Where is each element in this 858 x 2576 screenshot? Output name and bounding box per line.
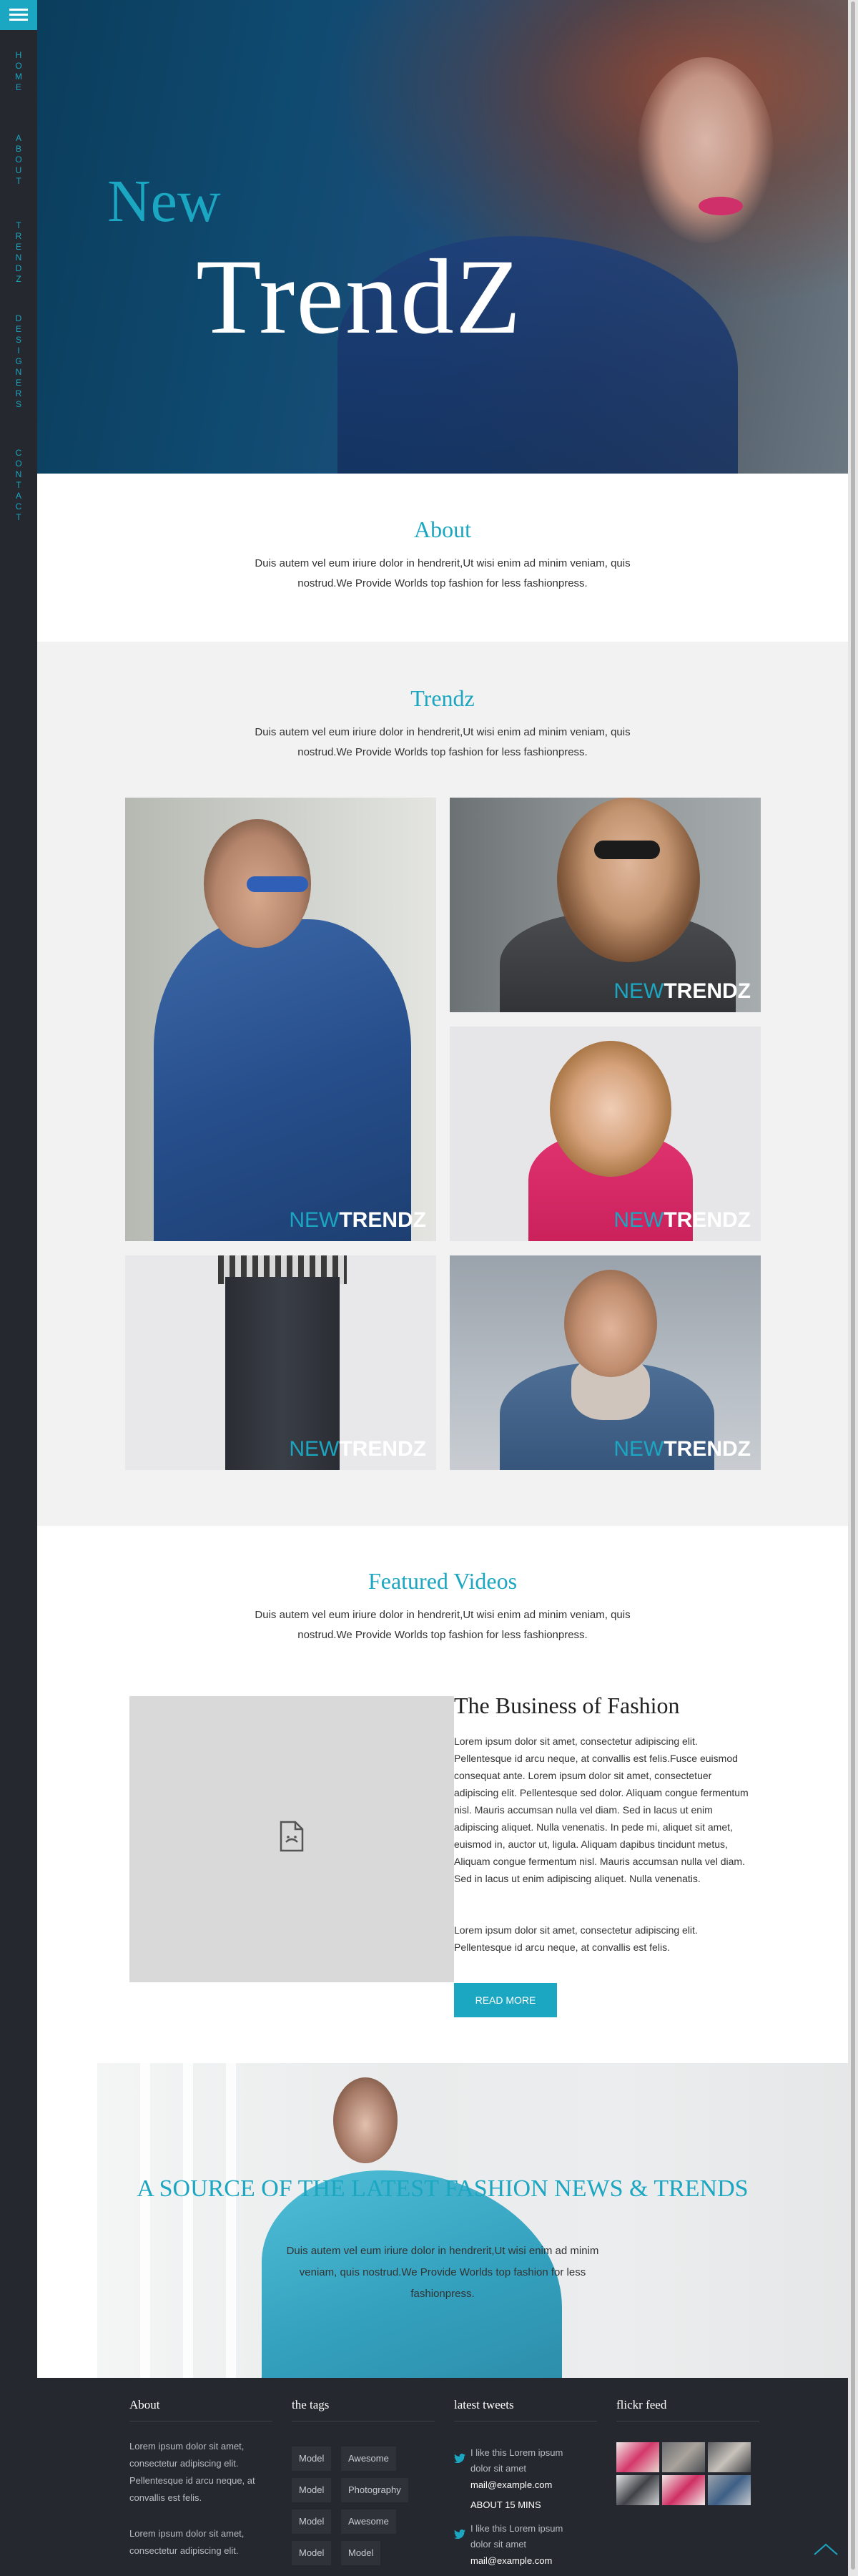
caption-trendz: TRENDZ [339, 1208, 426, 1232]
tile-caption: NEWTRENDZ [289, 1208, 426, 1233]
article-paragraph-1: Lorem ipsum dolor sit amet, consectetur … [454, 1735, 749, 1884]
flickr-thumbnail[interactable] [616, 2442, 659, 2472]
hero-model-lips [699, 197, 743, 215]
tag-link[interactable]: Awesome [341, 2509, 396, 2534]
caption-new: NEW [613, 1208, 664, 1232]
flickr-thumbnail[interactable] [616, 2475, 659, 2505]
trendz-title: Trendz [410, 685, 475, 711]
nav-designers[interactable]: DESIGNERS [0, 313, 37, 410]
tweet-text: I like this Lorem ipsum dolor sit amet [470, 2523, 563, 2550]
tile-caption: NEWTRENDZ [613, 979, 751, 1004]
hero-title-trendz: TrendZ [196, 237, 523, 356]
railing [183, 2063, 193, 2378]
tweet-mail-link[interactable]: mail@example.com [470, 2479, 552, 2490]
nav-trendz-label: TRENDZ [15, 220, 22, 284]
caption-trendz: TRENDZ [664, 1437, 751, 1461]
tweet-time: About 15 mins [470, 2499, 541, 2510]
broken-file-icon [280, 1821, 304, 1852]
nav-home-label: HOME [15, 50, 22, 92]
tweet-text: I like this Lorem ipsum dolor sit amet [470, 2447, 563, 2474]
tag-link[interactable]: Model [292, 2509, 332, 2534]
trendz-text: Duis autem vel eum iriure dolor in hendr… [255, 726, 631, 758]
tag-link[interactable]: Model [292, 2541, 332, 2565]
chevron-up-icon[interactable] [813, 2542, 839, 2556]
nav-about[interactable]: ABOUT [0, 133, 37, 187]
flickr-thumbnail[interactable] [708, 2475, 751, 2505]
hamburger-icon-line [9, 14, 28, 16]
tag-link[interactable]: Awesome [341, 2447, 396, 2471]
woman-hair [557, 798, 700, 962]
trend-tile-woman-pink-top[interactable]: NEWTRENDZ [450, 1027, 761, 1241]
footer-flickr-heading: flickr feed [616, 2398, 667, 2411]
blazer-figure [154, 919, 411, 1241]
about-text: Duis autem vel eum iriure dolor in hendr… [255, 557, 631, 589]
videos-text: Duis autem vel eum iriure dolor in hendr… [255, 1609, 631, 1641]
nav-contact-label: CONTACT [15, 448, 22, 522]
railing [226, 2063, 236, 2378]
hero-banner: New TrendZ [37, 0, 848, 474]
caption-trendz: TRENDZ [664, 979, 751, 1003]
article-paragraph-2: Lorem ipsum dolor sit amet, consectetur … [454, 1924, 698, 1953]
caption-new: NEW [289, 1208, 340, 1232]
footer-tweets-heading: latest tweets [454, 2398, 514, 2411]
trend-tile-woman-sunglasses[interactable]: NEWTRENDZ [450, 798, 761, 1012]
page-content: New TrendZ About Duis autem vel eum iriu… [37, 0, 848, 2576]
tweet-mail-link[interactable]: mail@example.com [470, 2555, 552, 2566]
caption-trendz: TRENDZ [664, 1208, 751, 1232]
footer-tags-heading: the tags [292, 2398, 330, 2411]
hero-model-face [638, 57, 774, 243]
video-player[interactable] [129, 1696, 454, 1982]
nav-about-label: ABOUT [15, 133, 22, 186]
tile-caption: NEWTRENDZ [289, 1437, 426, 1461]
tag-link[interactable]: Model [341, 2541, 381, 2565]
trend-tile-man-blazer[interactable]: NEWTRENDZ [125, 798, 436, 1241]
tile-caption: NEWTRENDZ [613, 1437, 751, 1461]
trend-tile-jeans[interactable]: NEWTRENDZ [125, 1255, 436, 1470]
fashion-news-banner [97, 2063, 848, 2378]
trend-tile-man-denim[interactable]: NEWTRENDZ [450, 1255, 761, 1470]
caption-new: NEW [289, 1437, 340, 1461]
footer-about-text-2: Lorem ipsum dolor sit amet, consectetur … [129, 2528, 245, 2556]
hamburger-icon-line [9, 19, 28, 21]
videos-title: Featured Videos [368, 1568, 518, 1594]
tag-link[interactable]: Model [292, 2478, 332, 2502]
menu-toggle-button[interactable] [0, 0, 37, 30]
flickr-thumbnail[interactable] [662, 2475, 705, 2505]
footer-about-heading: About [129, 2398, 160, 2411]
caption-trendz: TRENDZ [339, 1437, 426, 1461]
flickr-thumbnail[interactable] [708, 2442, 751, 2472]
banner-model-head [333, 2077, 398, 2163]
scrollbar[interactable] [848, 0, 858, 2576]
nav-home[interactable]: HOME [0, 50, 37, 93]
twitter-bird-icon [454, 2530, 465, 2539]
man-head [564, 1270, 657, 1377]
railing [140, 2063, 150, 2378]
caption-new: NEW [613, 1437, 664, 1461]
article-title: The Business of Fashion [454, 1693, 680, 1718]
hero-title-new: New [107, 168, 221, 235]
tag-link[interactable]: Model [292, 2447, 332, 2471]
nav-trendz[interactable]: TRENDZ [0, 220, 37, 285]
sunglasses [247, 876, 308, 892]
woman-head [550, 1041, 671, 1177]
banner-title: A SOURCE OF THE LATEST FASHION NEWS & TR… [137, 2175, 749, 2202]
nav-designers-label: DESIGNERS [15, 313, 22, 409]
caption-new: NEW [613, 979, 664, 1003]
flickr-thumbnail[interactable] [662, 2442, 705, 2472]
tag-link[interactable]: Photography [341, 2478, 408, 2502]
hamburger-icon [9, 9, 28, 11]
sidebar: HOME ABOUT TRENDZ DESIGNERS CONTACT [0, 0, 37, 2576]
about-title: About [414, 516, 471, 542]
banner-text: Duis autem vel eum iriure dolor in hendr… [286, 2245, 599, 2300]
footer-about-text-1: Lorem ipsum dolor sit amet, consectetur … [129, 2441, 255, 2503]
tile-caption: NEWTRENDZ [613, 1208, 751, 1233]
twitter-bird-icon [454, 2454, 465, 2463]
read-more-button[interactable]: Read More [454, 1983, 557, 2017]
sunglasses [594, 841, 660, 859]
scrollbar-thumb[interactable] [851, 1, 855, 2570]
nav-contact[interactable]: CONTACT [0, 448, 37, 523]
